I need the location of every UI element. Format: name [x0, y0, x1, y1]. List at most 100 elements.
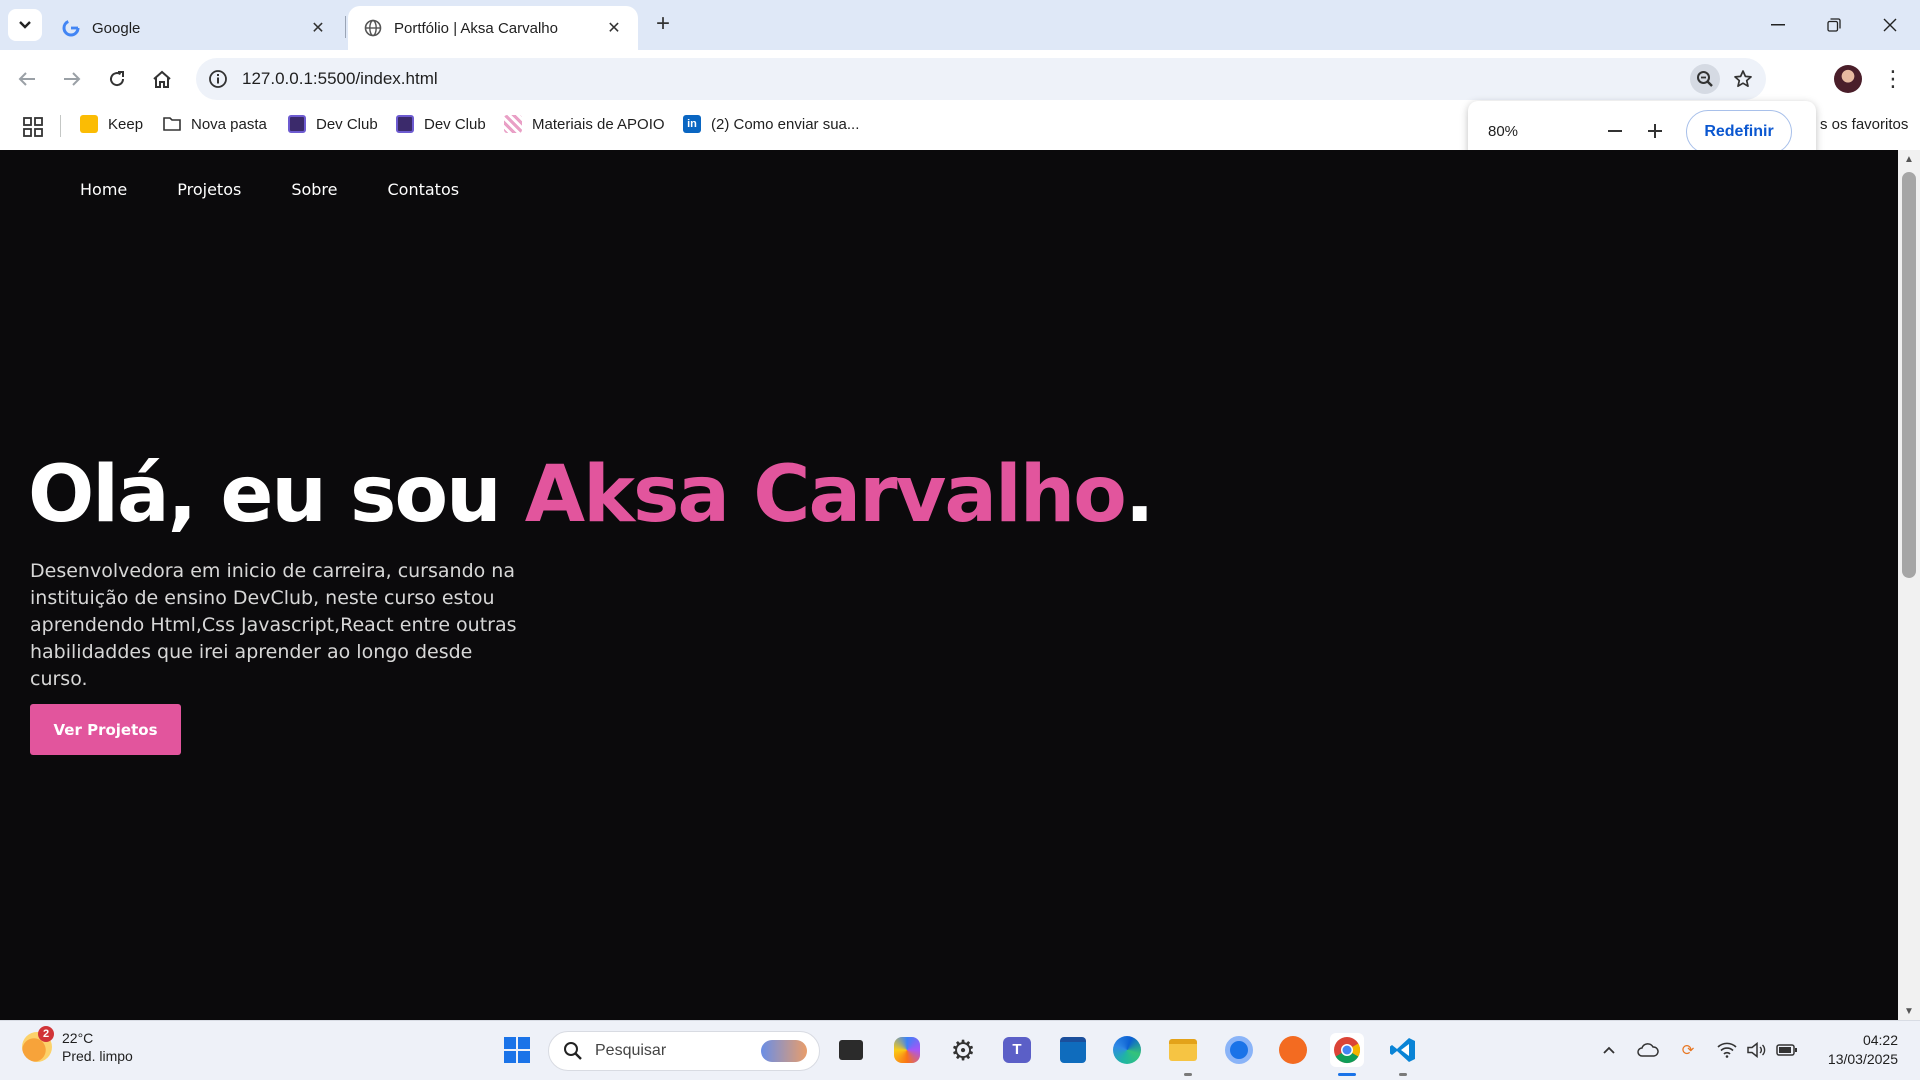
close-tab-icon[interactable]: ✕ [604, 18, 624, 38]
taskbar-clock[interactable]: 04:22 13/03/2025 [1812, 1031, 1898, 1069]
taskbar-app-blue[interactable] [1222, 1033, 1256, 1067]
bookmark-label: Dev Club [424, 115, 486, 133]
teams-icon: T [1003, 1037, 1031, 1063]
start-button[interactable] [500, 1033, 534, 1067]
zoom-reset-button[interactable]: Redefinir [1686, 110, 1792, 154]
bookmark-label: Nova pasta [191, 115, 267, 133]
scroll-up-icon[interactable]: ▲ [1903, 154, 1915, 165]
all-bookmarks-link[interactable]: s os favoritos [1820, 108, 1908, 140]
clock-time: 04:22 [1862, 1032, 1898, 1048]
clock-date: 13/03/2025 [1827, 1051, 1898, 1067]
taskbar-store[interactable] [1056, 1033, 1090, 1067]
bookmark-materiais-apoio[interactable]: Materiais de APOIO [504, 108, 665, 140]
more-menu-icon[interactable]: ⋮ [1880, 65, 1906, 93]
bookmark-star-button[interactable] [1730, 66, 1756, 92]
apps-grid-icon[interactable] [22, 116, 44, 138]
bookmarks-separator [60, 115, 61, 137]
zoom-out-button[interactable] [1600, 116, 1630, 146]
search-placeholder: Pesquisar [595, 1042, 667, 1059]
zoom-button[interactable] [1690, 64, 1720, 94]
gear-icon: ⚙ [950, 1034, 976, 1066]
zoom-out-icon [1697, 71, 1713, 87]
nav-link-home[interactable]: Home [80, 180, 127, 199]
tab-search-button[interactable] [8, 9, 42, 41]
close-icon [1883, 18, 1897, 32]
keep-icon [80, 115, 98, 133]
taskbar-teams[interactable]: T [1000, 1033, 1034, 1067]
taskbar-search[interactable]: Pesquisar [548, 1031, 820, 1071]
close-window-button[interactable] [1862, 0, 1918, 50]
wifi-icon[interactable] [1716, 1039, 1738, 1061]
star-icon [1734, 70, 1752, 88]
page-scrollbar[interactable]: ▲ ▼ [1898, 150, 1920, 1020]
hero-title: Olá, eu sou Aksa Carvalho. [28, 450, 1155, 540]
tab-title: Google [92, 19, 141, 37]
running-indicator-active [1338, 1073, 1356, 1076]
scrollbar-thumb[interactable] [1902, 172, 1916, 578]
plus-icon [1648, 124, 1662, 138]
nav-link-projetos[interactable]: Projetos [177, 180, 241, 199]
new-tab-button[interactable]: + [650, 12, 676, 38]
tray-overflow-icon[interactable] [1598, 1039, 1620, 1061]
tab-separator [345, 16, 346, 38]
reload-icon [110, 71, 125, 87]
arrow-right-icon [64, 72, 81, 86]
site-info-icon[interactable] [208, 69, 228, 89]
nav-link-contatos[interactable]: Contatos [388, 180, 460, 199]
ver-projetos-button[interactable]: Ver Projetos [30, 704, 181, 755]
page-viewport: Home Projetos Sobre Contatos Olá, eu sou… [0, 150, 1898, 1020]
home-button[interactable] [147, 64, 177, 94]
restore-button[interactable] [1806, 0, 1862, 50]
address-bar[interactable]: 127.0.0.1:5500/index.html [196, 58, 1766, 100]
back-button[interactable] [12, 64, 42, 94]
restore-icon [1827, 18, 1841, 32]
folder-icon [163, 117, 181, 131]
chrome-icon [1334, 1037, 1361, 1064]
hero-description: Desenvolvedora em inicio de carreira, cu… [30, 560, 517, 690]
weather-temp: 22°C [62, 1030, 94, 1046]
minus-icon [1608, 130, 1622, 132]
profile-avatar[interactable] [1834, 65, 1862, 93]
edge-icon [1113, 1036, 1141, 1064]
close-tab-icon[interactable]: ✕ [308, 18, 328, 38]
reload-button[interactable] [102, 64, 132, 94]
bookmark-label: (2) Como enviar sua... [711, 115, 860, 133]
bookmark-label: Keep [108, 115, 144, 133]
bookmark-nova-pasta[interactable]: Nova pasta [163, 108, 267, 140]
minimize-icon [1771, 24, 1785, 26]
nav-link-sobre[interactable]: Sobre [291, 180, 337, 199]
search-highlight-icon [761, 1040, 807, 1062]
taskbar-copilot[interactable] [890, 1033, 924, 1067]
taskbar-settings[interactable]: ⚙ [946, 1033, 980, 1067]
tab-google[interactable]: Google ✕ [46, 6, 342, 50]
weather-condition: Pred. limpo [62, 1048, 133, 1064]
arrow-left-icon [18, 72, 35, 86]
battery-icon[interactable] [1776, 1039, 1798, 1061]
taskbar-vscode[interactable] [1386, 1033, 1420, 1067]
taskbar-app-orange[interactable] [1276, 1033, 1310, 1067]
taskbar-explorer[interactable] [1166, 1033, 1200, 1067]
taskbar-edge[interactable] [1110, 1033, 1144, 1067]
minimize-button[interactable] [1750, 0, 1806, 50]
bookmark-dev-club-2[interactable]: Dev Club [396, 108, 486, 140]
zoom-in-button[interactable] [1640, 116, 1670, 146]
weather-icon: 2 [22, 1026, 54, 1062]
google-icon [62, 19, 80, 37]
forward-button[interactable] [57, 64, 87, 94]
onedrive-icon[interactable] [1637, 1039, 1659, 1061]
vscode-icon [1390, 1038, 1415, 1062]
taskbar-task-view[interactable] [834, 1033, 868, 1067]
sync-icon[interactable]: ⟳ [1677, 1039, 1699, 1061]
task-view-icon [839, 1040, 863, 1060]
volume-icon[interactable] [1746, 1039, 1768, 1061]
tab-portfolio[interactable]: Portfólio | Aksa Carvalho ✕ [348, 6, 638, 50]
bookmark-keep[interactable]: Keep [80, 108, 143, 140]
scroll-down-icon[interactable]: ▼ [1903, 1006, 1915, 1017]
taskbar-chrome[interactable] [1330, 1033, 1364, 1067]
running-indicator [1184, 1073, 1192, 1076]
bookmark-dev-club-1[interactable]: Dev Club [288, 108, 378, 140]
url-text[interactable]: 127.0.0.1:5500/index.html [242, 69, 438, 89]
weather-widget[interactable]: 2 22°C Pred. limpo [22, 1026, 133, 1065]
chevron-down-icon [19, 21, 31, 29]
bookmark-linkedin[interactable]: in (2) Como enviar sua... [683, 108, 859, 140]
